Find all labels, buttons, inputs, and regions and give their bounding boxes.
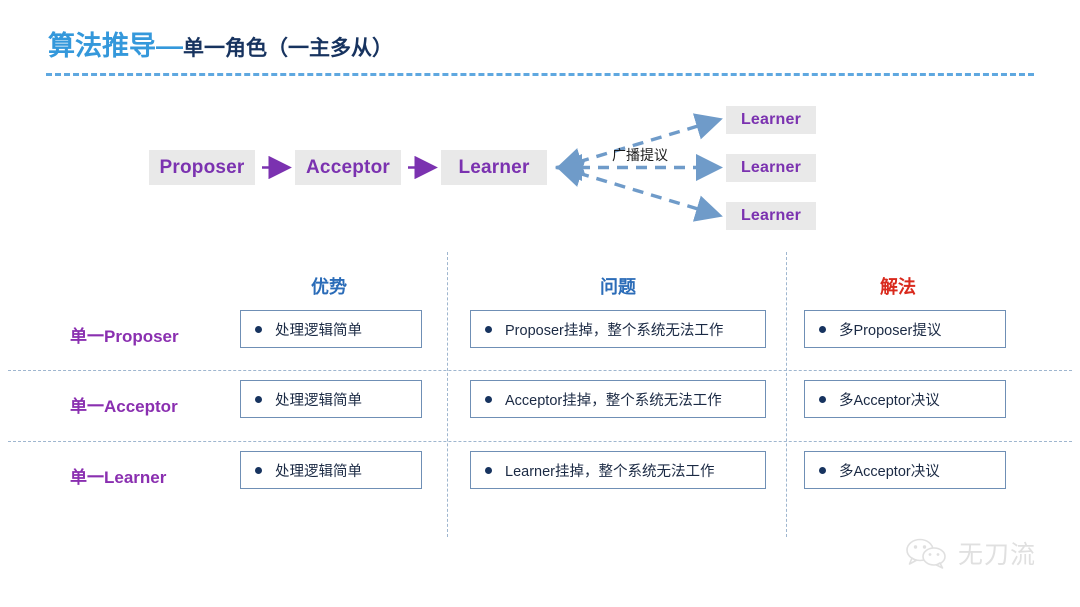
flow-node-learner-label: Learner (458, 156, 530, 178)
flow-node-learner-3[interactable]: Learner (726, 202, 816, 230)
table-row-divider-2 (8, 441, 1072, 442)
table-row-2-cell-solution[interactable]: 多Acceptor决议 (804, 451, 1006, 489)
table-row-1-cell-advantage[interactable]: 处理逻辑简单 (240, 380, 422, 418)
bullet-icon (819, 466, 826, 474)
bullet-icon (485, 466, 492, 474)
bullet-icon (819, 325, 826, 333)
broadcast-label: 广播提议 (612, 147, 668, 163)
page-title-main: 算法推导 (48, 31, 156, 61)
flow-node-proposer-label: Proposer (159, 156, 245, 178)
flow-node-learner[interactable]: Learner (441, 150, 547, 185)
table-row-1-cell-solution[interactable]: 多Acceptor决议 (804, 380, 1006, 418)
arrow-broadcast-bottom (555, 160, 723, 222)
bullet-icon (255, 395, 262, 403)
table-row-2-cell-solution-text: 多Acceptor决议 (839, 463, 940, 480)
flow-node-learner-3-label: Learner (740, 207, 802, 224)
table-row-label-proposer: 单一Proposer (70, 327, 179, 346)
table-row-0-cell-solution-text: 多Proposer提议 (839, 322, 942, 339)
table-row-2-cell-problem[interactable]: Learner挂掉，整个系统无法工作 (470, 451, 766, 489)
flow-node-proposer[interactable]: Proposer (149, 150, 255, 185)
table-header-problem: 问题 (600, 277, 636, 297)
page-title-dash: — (156, 31, 183, 61)
comparison-table: 优势 问题 解法 单一Proposer 处理逻辑简单 Proposer挂掉，整个… (0, 252, 1080, 537)
table-row-1-cell-advantage-text: 处理逻辑简单 (275, 392, 362, 409)
flow-node-learner-1-label: Learner (740, 111, 802, 128)
bullet-icon (255, 466, 262, 474)
table-row-label-learner: 单一Learner (70, 468, 167, 487)
slide-root: 算法推导—单一角色（一主多从） Proposer Acceptor Learne… (0, 0, 1080, 607)
page-title-sub: 单一角色（一主多从） (183, 37, 393, 60)
table-row-2-cell-advantage[interactable]: 处理逻辑简单 (240, 451, 422, 489)
flow-node-acceptor[interactable]: Acceptor (295, 150, 401, 185)
table-header-solution: 解法 (880, 277, 916, 297)
page-title: 算法推导—单一角色（一主多从） (48, 24, 393, 63)
flow-node-learner-1[interactable]: Learner (726, 106, 816, 134)
table-vertical-divider-2 (786, 252, 787, 537)
bullet-icon (485, 395, 492, 403)
wechat-icon (906, 538, 946, 569)
table-row-0-cell-problem[interactable]: Proposer挂掉，整个系统无法工作 (470, 310, 766, 348)
flow-node-learner-2-label: Learner (740, 159, 802, 176)
bullet-icon (485, 325, 492, 333)
table-row-2-cell-advantage-text: 处理逻辑简单 (275, 463, 362, 480)
table-row-0-cell-problem-text: Proposer挂掉，整个系统无法工作 (505, 322, 724, 339)
bullet-icon (819, 395, 826, 403)
flow-diagram: Proposer Acceptor Learner Learner Learne… (0, 95, 1080, 245)
table-row-0-cell-solution[interactable]: 多Proposer提议 (804, 310, 1006, 348)
watermark: 无刀流 (905, 535, 1036, 571)
title-divider (46, 73, 1034, 76)
watermark-text: 无刀流 (957, 541, 1036, 569)
flow-node-learner-2[interactable]: Learner (726, 154, 816, 182)
table-row-2-cell-problem-text: Learner挂掉，整个系统无法工作 (505, 463, 715, 480)
table-row-0-cell-advantage[interactable]: 处理逻辑简单 (240, 310, 422, 348)
table-row-1-cell-problem[interactable]: Acceptor挂掉，整个系统无法工作 (470, 380, 766, 418)
flow-node-acceptor-label: Acceptor (306, 156, 390, 178)
table-row-divider-1 (8, 370, 1072, 371)
bullet-icon (255, 325, 262, 333)
table-row-1-cell-problem-text: Acceptor挂掉，整个系统无法工作 (505, 392, 722, 409)
table-vertical-divider-1 (447, 252, 448, 537)
table-row-1-cell-solution-text: 多Acceptor决议 (839, 392, 940, 409)
table-row-0-cell-advantage-text: 处理逻辑简单 (275, 322, 362, 339)
table-header-advantage: 优势 (311, 277, 347, 297)
table-row-label-acceptor: 单一Acceptor (70, 397, 178, 416)
